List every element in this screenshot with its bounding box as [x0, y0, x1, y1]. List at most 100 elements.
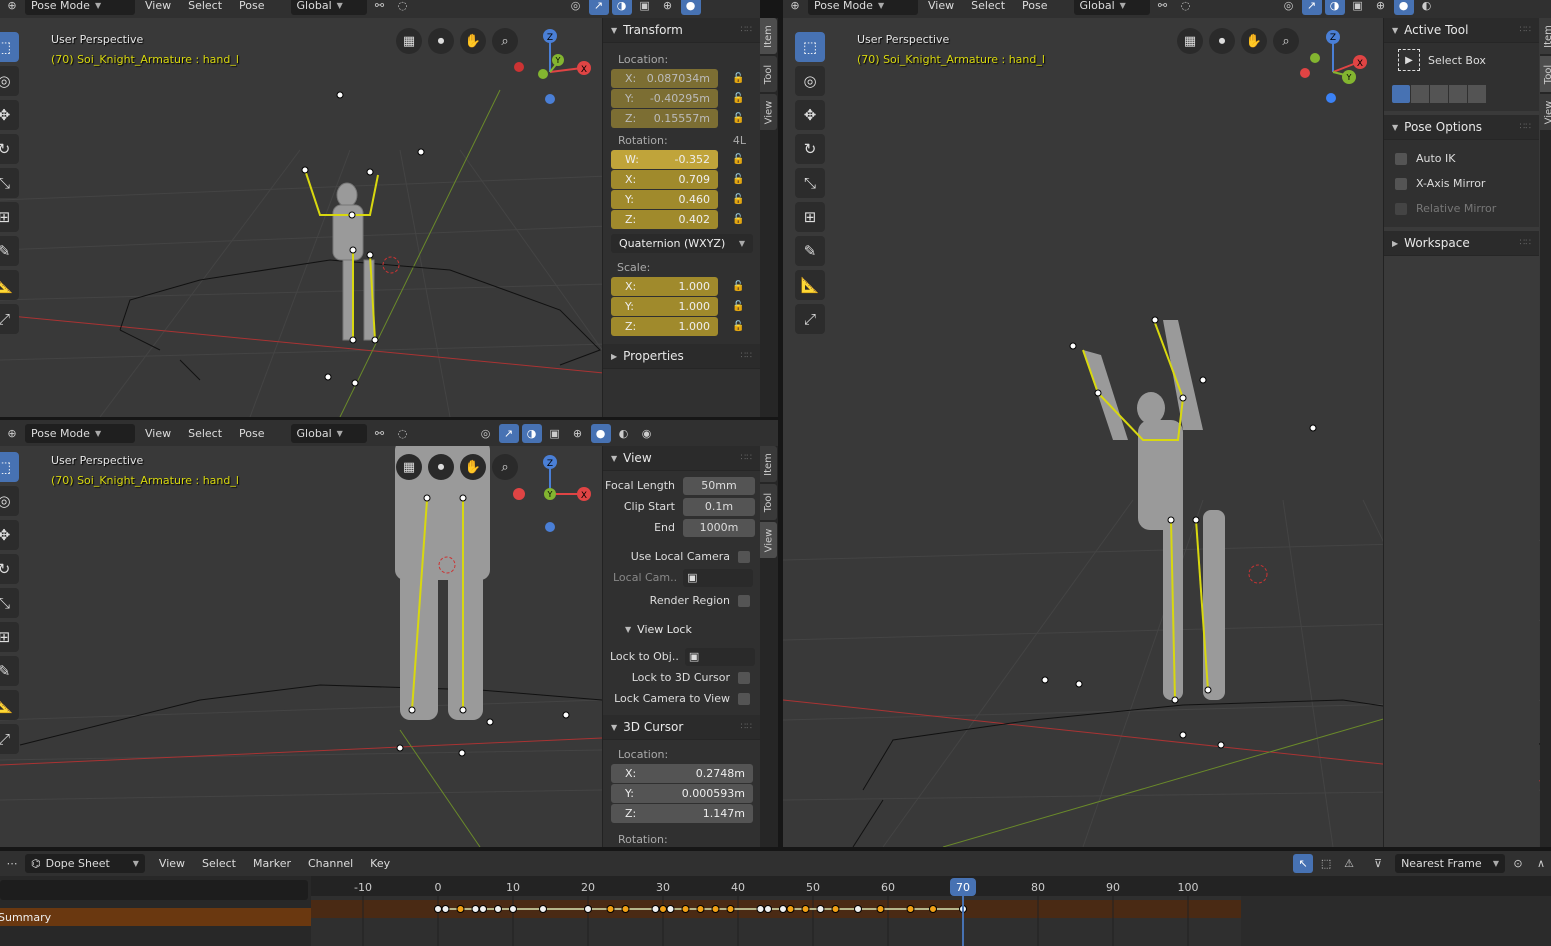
- tab-tool[interactable]: Tool: [1540, 56, 1551, 92]
- measure-tool-icon[interactable]: 📐: [0, 270, 19, 300]
- grip-icon[interactable]: ∷∷: [1520, 122, 1531, 132]
- menu-channel[interactable]: Channel: [301, 857, 360, 870]
- clip-start-field[interactable]: 0.1m: [683, 497, 755, 516]
- xray-icon[interactable]: ▣: [545, 424, 565, 443]
- hand-pan-icon[interactable]: ✋: [1241, 28, 1267, 54]
- active-tool-panel-header[interactable]: ▼ Active Tool ∷∷: [1384, 18, 1539, 43]
- annotate-tool-icon[interactable]: ✎: [795, 236, 825, 266]
- orientation-dropdown[interactable]: Global ▼: [290, 423, 367, 443]
- xray-icon[interactable]: ▣: [635, 0, 655, 15]
- hand-pan-icon[interactable]: ✋: [460, 454, 486, 480]
- editor-type-icon[interactable]: ⊕: [785, 0, 805, 15]
- scale-z-field[interactable]: Z: 1.000: [611, 317, 718, 336]
- cursor-tool-icon[interactable]: ◎: [0, 66, 19, 96]
- tab-item[interactable]: Item: [760, 446, 777, 482]
- hand-pan-icon[interactable]: ✋: [460, 28, 486, 54]
- orientation-dropdown[interactable]: Global ▼: [290, 0, 367, 15]
- overlay-toggle-icon[interactable]: ◑: [1324, 0, 1345, 15]
- mode-set-icon[interactable]: [1392, 85, 1410, 103]
- shading-solid-icon[interactable]: ●: [1393, 0, 1414, 15]
- menu-key[interactable]: Key: [363, 857, 397, 870]
- editor-type-icon[interactable]: ⊕: [2, 424, 22, 443]
- grip-icon[interactable]: ∷∷: [741, 453, 752, 463]
- gizmo-toggle-icon[interactable]: ↗: [498, 423, 519, 443]
- pose-tool-icon[interactable]: ⤢: [795, 304, 825, 334]
- menu-view[interactable]: View: [152, 857, 192, 870]
- shading-wire-icon[interactable]: ⊕: [1371, 0, 1391, 15]
- mode-dropdown[interactable]: Pose Mode ▼: [25, 0, 135, 15]
- cursor-z-field[interactable]: Z: 1.147m: [611, 804, 753, 823]
- auto-ik-checkbox[interactable]: [1395, 152, 1407, 165]
- snap-icon[interactable]: ◎: [566, 0, 586, 15]
- grip-icon[interactable]: ∷∷: [741, 722, 752, 732]
- camera-icon[interactable]: ⏺: [428, 28, 454, 54]
- active-tool-row[interactable]: ▶ Select Box: [1384, 43, 1539, 77]
- cursor-x-field[interactable]: X: 0.2748m: [611, 764, 753, 783]
- gizmo-toggle-icon[interactable]: ↗: [588, 0, 609, 15]
- scale-tool-icon[interactable]: ⤡: [0, 168, 19, 198]
- mode-dropdown[interactable]: Pose Mode ▼: [25, 423, 135, 443]
- scale-y-field[interactable]: Y: 1.000: [611, 297, 718, 316]
- filter-icon[interactable]: ⊽: [1368, 854, 1388, 873]
- mode-subtract-icon[interactable]: [1430, 85, 1448, 103]
- snap-mode-dropdown[interactable]: Nearest Frame ▼: [1395, 854, 1505, 873]
- rotation-x-field[interactable]: X: 0.709: [611, 170, 718, 189]
- annotate-tool-icon[interactable]: ✎: [0, 656, 19, 686]
- annotate-tool-icon[interactable]: ✎: [0, 236, 19, 266]
- lock-icon[interactable]: 🔓: [732, 154, 744, 165]
- rotation-4l-toggle[interactable]: 4L: [733, 134, 746, 147]
- cursor-y-field[interactable]: Y: 0.000593m: [611, 784, 753, 803]
- shading-render-icon[interactable]: ◉: [637, 424, 657, 443]
- only-selected-icon[interactable]: ↖: [1293, 854, 1314, 873]
- pivot-icon[interactable]: ⚯: [1153, 0, 1173, 15]
- move-tool-icon[interactable]: ✥: [0, 100, 19, 130]
- menu-pose[interactable]: Pose: [232, 427, 271, 440]
- select-tool-icon[interactable]: ⬚: [0, 452, 19, 482]
- axis-gizmo[interactable]: Z X Y: [1293, 28, 1383, 108]
- measure-tool-icon[interactable]: 📐: [0, 690, 19, 720]
- view-panel-header[interactable]: ▼ View ∷∷: [603, 446, 760, 471]
- rotation-mode-dropdown[interactable]: Quaternion (WXYZ) ▼: [611, 234, 753, 253]
- mode-dropdown[interactable]: Pose Mode ▼: [808, 0, 918, 15]
- cursor-tool-icon[interactable]: ◎: [0, 486, 19, 516]
- mode-extend-icon[interactable]: [1411, 85, 1429, 103]
- lock-camera-checkbox[interactable]: [738, 692, 750, 705]
- tab-tool[interactable]: Tool: [760, 56, 777, 92]
- menu-select[interactable]: Select: [964, 0, 1012, 12]
- camera-icon[interactable]: ⏺: [1209, 28, 1235, 54]
- mode-intersect-icon[interactable]: [1468, 85, 1486, 103]
- lock-icon[interactable]: 🔓: [732, 113, 744, 124]
- mode-invert-icon[interactable]: [1449, 85, 1467, 103]
- tab-view[interactable]: View: [760, 522, 777, 558]
- rotation-w-field[interactable]: W: -0.352: [611, 150, 718, 169]
- overlay-toggle-icon[interactable]: ◑: [521, 423, 542, 443]
- grip-icon[interactable]: ∷∷: [1520, 238, 1531, 248]
- lock-icon[interactable]: 🔓: [732, 281, 744, 292]
- axis-gizmo[interactable]: Z X Y: [510, 454, 600, 534]
- move-tool-icon[interactable]: ✥: [0, 520, 19, 550]
- select-tool-icon[interactable]: ⬚: [0, 32, 19, 62]
- transform-tool-icon[interactable]: ⊞: [795, 202, 825, 232]
- rotate-tool-icon[interactable]: ↻: [0, 134, 19, 164]
- summary-channel[interactable]: Summary: [0, 908, 311, 926]
- shading-solid-icon[interactable]: ●: [680, 0, 701, 15]
- camera-icon[interactable]: ⏺: [428, 454, 454, 480]
- rotation-y-field[interactable]: Y: 0.460: [611, 190, 718, 209]
- location-x-field[interactable]: X: 0.087034m: [611, 69, 718, 88]
- scale-x-field[interactable]: X: 1.000: [611, 277, 718, 296]
- lock-icon[interactable]: 🔓: [732, 174, 744, 185]
- menu-marker[interactable]: Marker: [246, 857, 298, 870]
- scale-tool-icon[interactable]: ⤡: [795, 168, 825, 198]
- move-tool-icon[interactable]: ✥: [795, 100, 825, 130]
- x-axis-mirror-checkbox[interactable]: [1395, 177, 1407, 190]
- shading-material-icon[interactable]: ◐: [614, 424, 634, 443]
- 3d-cursor-panel-header[interactable]: ▼ 3D Cursor ∷∷: [603, 715, 760, 740]
- lock-icon[interactable]: 🔓: [732, 93, 744, 104]
- snap-icon[interactable]: ◎: [476, 424, 496, 443]
- location-y-field[interactable]: Y: -0.40295m: [611, 89, 718, 108]
- transform-tool-icon[interactable]: ⊞: [0, 202, 19, 232]
- pose-tool-icon[interactable]: ⤢: [0, 724, 19, 754]
- menu-view[interactable]: View: [921, 0, 961, 12]
- menu-select[interactable]: Select: [181, 427, 229, 440]
- orientation-dropdown[interactable]: Global ▼: [1073, 0, 1150, 15]
